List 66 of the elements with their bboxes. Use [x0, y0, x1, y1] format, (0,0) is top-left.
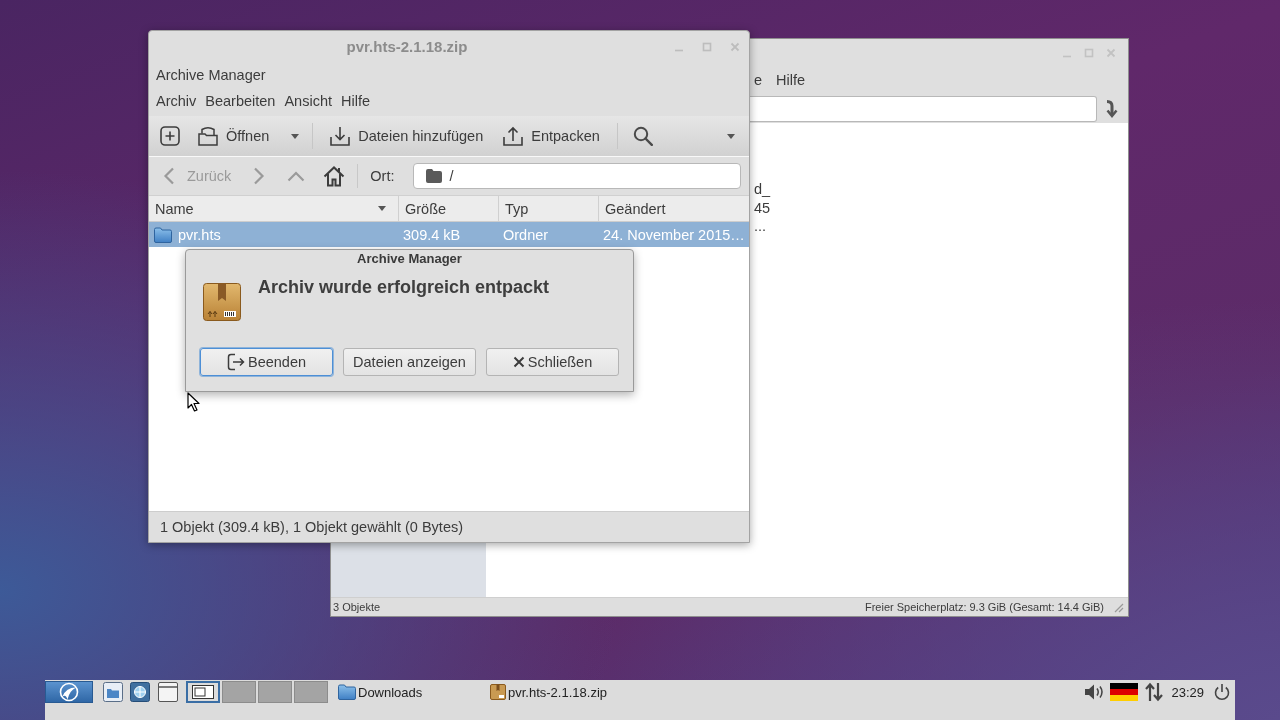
arrow-down-icon[interactable] — [1104, 99, 1120, 118]
menu-item[interactable]: Hilfe — [341, 93, 370, 109]
caret-icon[interactable] — [291, 133, 300, 139]
home-icon[interactable] — [323, 165, 346, 187]
menu-item[interactable]: Bearbeiten — [205, 93, 276, 109]
file-size: 309.4 kB — [403, 226, 461, 243]
sort-caret-icon — [378, 206, 386, 211]
mouse-pointer-icon — [187, 392, 200, 412]
menu-item[interactable]: Ansicht — [284, 93, 332, 109]
menu-item[interactable]: Archiv — [156, 93, 197, 109]
file-name: pvr.hts — [178, 226, 221, 243]
add-files-button[interactable]: Dateien hinzufügen — [326, 122, 488, 150]
folder-icon — [198, 126, 218, 146]
plus-icon[interactable] — [160, 126, 180, 146]
status-text: 1 Objekt (309.4 kB), 1 Objekt gewählt (0 Bytes) — [160, 519, 464, 535]
globe-icon[interactable] — [130, 682, 150, 702]
column-header[interactable]: Geändert — [599, 196, 749, 221]
download-icon — [330, 126, 351, 146]
location-label: Ort: — [370, 168, 395, 184]
location-field[interactable]: / — [412, 163, 741, 189]
file-label: d_ — [754, 180, 771, 199]
menu-item[interactable]: e — [754, 72, 763, 88]
folder-icon — [338, 684, 356, 700]
package-icon — [203, 283, 241, 321]
file-modified: 24. November 2015… — [603, 226, 745, 243]
dialog-title: Archive Manager — [357, 251, 462, 266]
chevron-left-icon — [163, 167, 175, 185]
flag-icon[interactable] — [1110, 683, 1139, 701]
exit-icon — [226, 353, 245, 371]
workspace-button[interactable] — [186, 681, 220, 703]
column-header[interactable]: Name — [149, 196, 399, 221]
menu-item[interactable]: Hilfe — [776, 72, 806, 88]
package-icon — [490, 684, 506, 700]
caret-icon[interactable] — [727, 133, 735, 139]
resize-grip-icon[interactable] — [1112, 601, 1124, 613]
power-icon[interactable] — [1213, 683, 1231, 701]
open-button[interactable]: Öffnen — [194, 122, 274, 150]
folder-window-icon[interactable] — [103, 682, 123, 702]
arrows-up-down-icon[interactable] — [1144, 682, 1165, 702]
window-title: pvr.hts-2.1.18.zip — [346, 38, 468, 55]
free-space-text: Freier Speicherplatz: 9.3 GiB (Gesamt: 14.4 GiB) — [864, 601, 1104, 613]
upload-icon — [503, 126, 524, 146]
column-header[interactable]: Größe — [399, 196, 499, 221]
folder-icon — [425, 169, 442, 183]
dialog-button[interactable]: Beenden — [200, 348, 333, 376]
circle-logo-icon — [59, 682, 79, 702]
file-label: ... — [754, 217, 767, 236]
file-label: 45 — [754, 198, 771, 217]
app-menu[interactable]: Archive Manager — [156, 67, 266, 83]
task-button[interactable]: pvr.hts-2.1.18.zip — [486, 681, 638, 703]
dialog-message: Archiv wurde erfolgreich entpackt — [258, 276, 550, 298]
dialog-button[interactable]: Schließen — [486, 348, 619, 376]
extract-button[interactable]: Entpacken — [499, 122, 604, 150]
status-text: 3 Objekte — [333, 601, 381, 613]
window-thumbnail-icon — [192, 685, 214, 699]
file-type: Ordner — [503, 226, 549, 243]
task-button[interactable]: Downloads — [334, 681, 486, 703]
start-menu-button[interactable] — [45, 681, 93, 703]
clock[interactable]: 23:29 — [1171, 684, 1204, 700]
path-field[interactable] — [750, 95, 1097, 122]
close-icon — [512, 356, 525, 368]
search-icon[interactable] — [632, 126, 653, 146]
column-header[interactable]: Typ — [499, 196, 599, 221]
window-icon[interactable] — [158, 682, 178, 702]
dialog-button[interactable]: Dateien anzeigen — [343, 348, 476, 376]
folder-icon — [154, 226, 172, 243]
